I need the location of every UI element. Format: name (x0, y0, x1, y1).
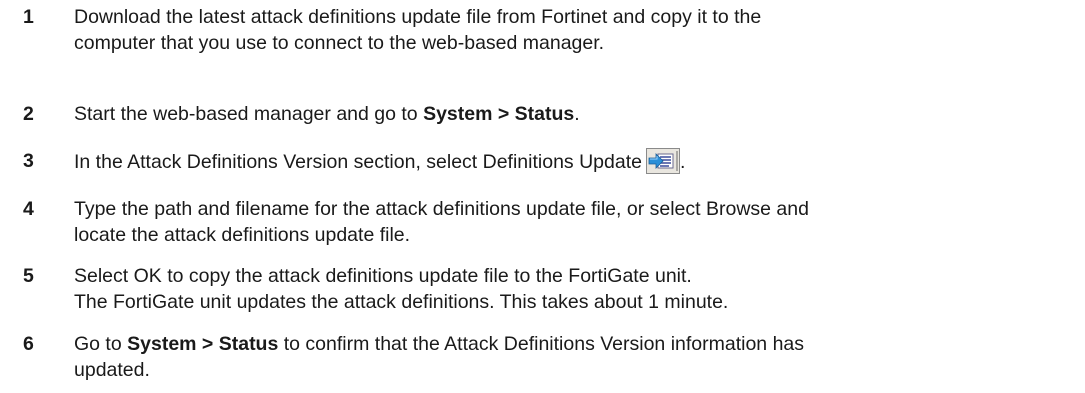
menu-path: System > Status (127, 333, 279, 355)
step-line: locate the attack definitions update fil… (74, 224, 411, 246)
step-text-plain: Start the web-based manager and go to (74, 103, 424, 125)
step-number: 4 (23, 198, 34, 220)
step-text-plain: In the Attack Definitions Version sectio… (74, 151, 642, 173)
step-number: 5 (23, 265, 34, 287)
step-text-plain: to confirm that the Attack Definitions V… (278, 333, 805, 355)
step-text-plain: . (574, 103, 580, 125)
step-line: Select OK to copy the attack definitions… (74, 265, 692, 287)
step-line: Type the path and filename for the attac… (74, 198, 809, 220)
step-line: updated. (74, 359, 150, 381)
step-line: In the Attack Definitions Version sectio… (74, 148, 1079, 174)
step-text: In the Attack Definitions Version sectio… (74, 148, 1079, 174)
step-line: Start the web-based manager and go to Sy… (74, 101, 1079, 127)
step-text: Select OK to copy the attack definitions… (74, 263, 1079, 315)
step-line: The FortiGate unit updates the attack de… (74, 291, 729, 313)
step-number: 6 (23, 333, 34, 355)
step-text: Start the web-based manager and go to Sy… (74, 101, 1079, 127)
menu-path: System > Status (423, 103, 575, 125)
step-text: Type the path and filename for the attac… (74, 196, 1079, 248)
step-number: 2 (23, 103, 34, 125)
step-text: Download the latest attack definitions u… (74, 4, 1079, 56)
step-line: Go to System > Status to confirm that th… (74, 331, 1079, 357)
definitions-update-icon (645, 148, 680, 174)
step-line: computer that you use to connect to the … (74, 32, 605, 54)
step-line: Download the latest attack definitions u… (74, 6, 762, 28)
step-number: 1 (23, 6, 34, 28)
step-text: Go to System > Status to confirm that th… (74, 331, 1079, 383)
step-text-plain: Go to (74, 333, 128, 355)
document-page: { "steps": [ { "number": "1", "lines": [… (0, 0, 1085, 393)
step-text-plain: . (679, 151, 686, 173)
step-number: 3 (23, 150, 34, 172)
